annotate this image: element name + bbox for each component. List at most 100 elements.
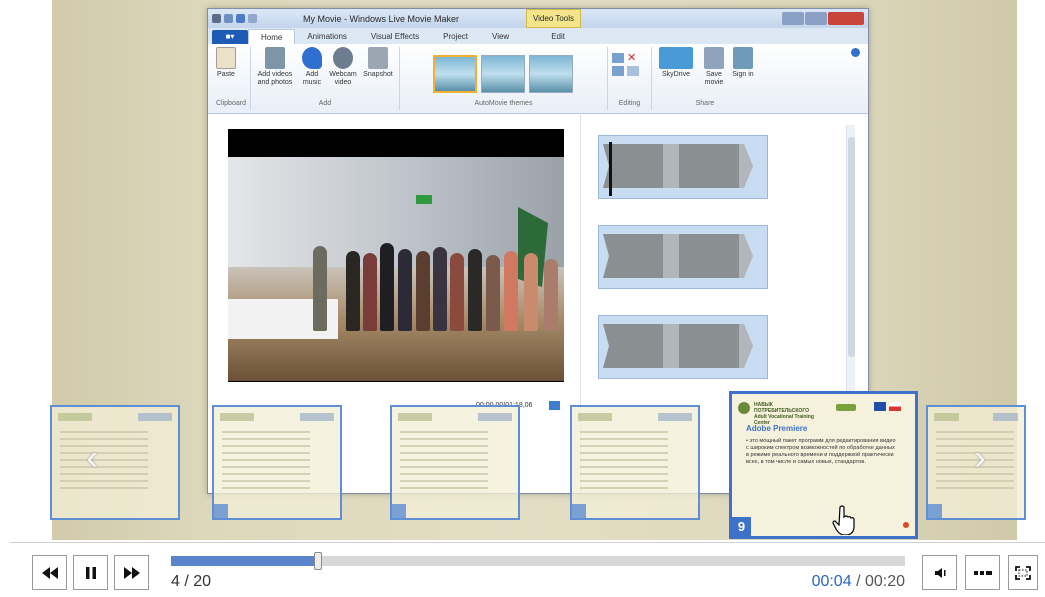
- undo-icon[interactable]: [236, 14, 245, 23]
- webcam-button[interactable]: Webcam video: [329, 47, 357, 100]
- webcam-icon: [332, 47, 353, 69]
- snapshot-button[interactable]: Snapshot: [361, 47, 395, 100]
- preview-frame-image: [228, 157, 564, 381]
- remove-icon[interactable]: ✕: [627, 53, 639, 64]
- tab-home[interactable]: Home: [248, 29, 296, 44]
- skydrive-button[interactable]: SkyDrive: [656, 47, 696, 100]
- previous-slide-icon[interactable]: ‹: [80, 436, 104, 480]
- tab-project[interactable]: Project: [431, 29, 480, 44]
- app-icon: [212, 14, 221, 23]
- slide-thumbnail[interactable]: [50, 405, 180, 520]
- slide-thumbnail[interactable]: [390, 405, 520, 520]
- next-slide-icon[interactable]: ›: [968, 436, 992, 480]
- paste-label: Paste: [217, 71, 235, 78]
- flags: [874, 402, 901, 411]
- total-slides: 20: [193, 573, 212, 590]
- progress-handle[interactable]: [313, 552, 322, 570]
- pause-icon: [85, 566, 96, 579]
- theme-1[interactable]: [433, 54, 478, 93]
- fast-forward-icon: [123, 566, 140, 579]
- group-label-editing: Editing: [618, 100, 641, 107]
- video-preview[interactable]: [228, 129, 564, 382]
- skydrive-icon: [658, 47, 693, 69]
- sign-in-button[interactable]: Sign in: [732, 47, 754, 100]
- add-videos-button[interactable]: Add videos and photos: [255, 47, 295, 100]
- file-menu-button[interactable]: ■▾: [212, 30, 248, 44]
- sign-in-icon: [732, 47, 753, 69]
- storyboard-clip-2[interactable]: [598, 225, 768, 289]
- share-group: SkyDrive Save movie Sign in Share: [652, 47, 758, 110]
- hand-cursor-icon: [832, 505, 855, 535]
- add-videos-label: Add videos and photos: [257, 71, 293, 86]
- slide-thumbnail-number: [928, 504, 942, 518]
- rewind-icon: [41, 566, 58, 579]
- theme-3[interactable]: [529, 54, 574, 93]
- active-slide[interactable]: НАВЫК ПОТРЕБИТЕЛЬСКОГО Adult Vocational …: [729, 391, 918, 539]
- maximize-button[interactable]: [805, 12, 827, 25]
- fast-forward-button[interactable]: [114, 555, 149, 590]
- select-all-icon[interactable]: [626, 66, 639, 76]
- slide-counter: 4 / 20: [171, 573, 211, 591]
- storyboard-clip-1[interactable]: [598, 135, 768, 199]
- rotate-right-icon[interactable]: [611, 66, 624, 76]
- group-label-clipboard: Clipboard: [216, 100, 246, 107]
- paste-button[interactable]: Paste: [216, 47, 236, 100]
- split-screen-icon[interactable]: [549, 401, 560, 410]
- snapshot-icon: [367, 47, 388, 69]
- save-movie-label: Save movie: [704, 71, 724, 86]
- add-music-label: Add music: [302, 71, 322, 86]
- slide-number: 9: [732, 517, 751, 536]
- redo-icon[interactable]: [248, 14, 257, 23]
- pause-button[interactable]: [73, 555, 108, 590]
- volume-button[interactable]: [922, 555, 957, 590]
- fullscreen-icon: [1015, 565, 1031, 580]
- progress-fill: [171, 556, 318, 566]
- quick-access-toolbar[interactable]: [208, 14, 303, 23]
- storyboard-clip-3[interactable]: [598, 315, 768, 379]
- slide-body-text: это мощный пакет программ для редактиров…: [746, 438, 896, 465]
- slide-thumbnail[interactable]: [570, 405, 700, 520]
- add-music-button[interactable]: Add music: [299, 47, 325, 100]
- tab-animations[interactable]: Animations: [295, 29, 359, 44]
- webcam-label: Webcam video: [329, 71, 357, 86]
- theme-2[interactable]: [481, 54, 526, 93]
- total-time: 00:20: [864, 573, 905, 590]
- slide-thumbnail-number: [572, 504, 586, 518]
- tab-visual-effects[interactable]: Visual Effects: [359, 29, 431, 44]
- fullscreen-button[interactable]: [1008, 555, 1038, 590]
- rotate-left-icon[interactable]: [611, 53, 624, 63]
- save-movie-icon: [703, 47, 724, 69]
- tab-edit[interactable]: Edit: [539, 29, 577, 44]
- partner-logo-icon: [836, 404, 856, 411]
- rewind-button[interactable]: [32, 555, 67, 590]
- group-label-add: Add: [318, 100, 332, 107]
- help-icon[interactable]: [851, 48, 860, 57]
- group-label-share: Share: [695, 100, 715, 107]
- center-logo-icon: [738, 402, 750, 414]
- progress-bar[interactable]: [171, 552, 905, 570]
- volume-icon: [934, 567, 945, 578]
- ribbon: Paste Clipboard Add videos and photos Ad…: [208, 44, 868, 114]
- editing-group: ✕ Editing: [608, 47, 652, 110]
- slide-thumbnail[interactable]: [212, 405, 342, 520]
- themes-group: AutoMovie themes: [400, 47, 608, 110]
- outline-icon: [973, 570, 992, 575]
- stage-left-edge: [0, 0, 52, 540]
- save-movie-button[interactable]: Save movie: [700, 47, 728, 100]
- slide-body: • это мощный пакет программ для редактир…: [746, 438, 896, 465]
- slide-thumbnail-number: [392, 504, 406, 518]
- tab-view[interactable]: View: [480, 29, 521, 44]
- close-button[interactable]: [828, 12, 864, 25]
- music-icon: [301, 47, 322, 69]
- player-controls: 4 / 20 00:04 / 00:20: [10, 542, 1045, 597]
- window-titlebar: My Movie - Windows Live Movie Maker Vide…: [208, 9, 868, 28]
- save-icon[interactable]: [224, 14, 233, 23]
- add-group: Add videos and photos Add music Webcam v…: [251, 47, 400, 110]
- video-tools-tab[interactable]: Video Tools: [526, 9, 581, 28]
- sign-in-label: Sign in: [732, 71, 754, 78]
- ribbon-tabs: ■▾ Home Animations Visual Effects Projec…: [208, 28, 868, 44]
- flag-icon: [889, 402, 901, 411]
- outline-button[interactable]: [965, 555, 1000, 590]
- minimize-button[interactable]: [782, 12, 804, 25]
- paste-icon: [216, 47, 236, 69]
